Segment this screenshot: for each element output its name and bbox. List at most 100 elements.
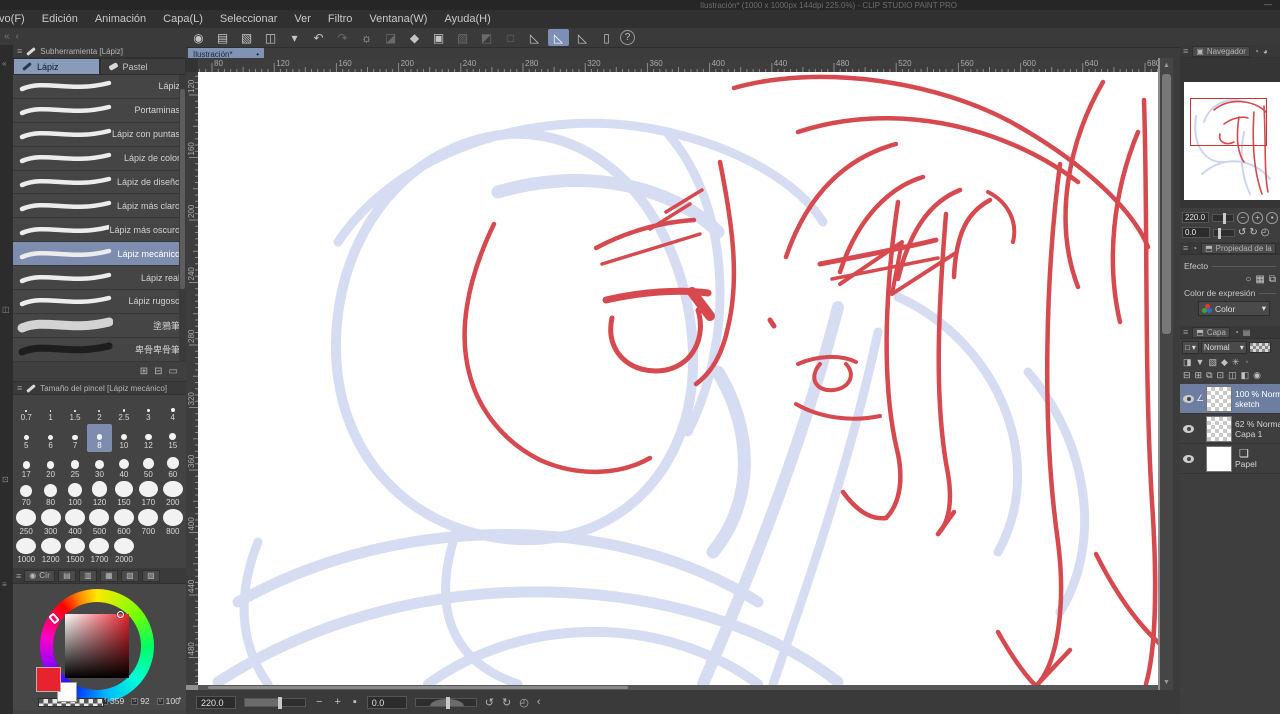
brush-size-400[interactable]: 400: [63, 509, 87, 538]
layer-thumbnail[interactable]: [1206, 446, 1232, 472]
brush-size-2[interactable]: 2: [87, 395, 111, 424]
zoom-out-button[interactable]: −: [314, 696, 324, 708]
palette-color-dropdown[interactable]: □▾: [1182, 341, 1199, 354]
layer-mask-icon[interactable]: ◔: [1243, 357, 1248, 368]
brush-size-40[interactable]: 40: [112, 452, 136, 481]
brush-size-600[interactable]: 600: [112, 509, 136, 538]
brush-size-1[interactable]: 1: [38, 395, 62, 424]
undo-icon[interactable]: ↶: [308, 29, 329, 46]
tab-color-wheel[interactable]: ◉ Cír: [24, 570, 55, 582]
expression-color-dropdown[interactable]: Color ▾: [1198, 301, 1270, 316]
dock-tool-icon[interactable]: ◫: [2, 305, 10, 314]
menu-item-archivof[interactable]: Archivo(F): [0, 13, 25, 25]
brush-item-[interactable]: 卑骨卑骨筆: [13, 338, 186, 362]
brush-item-[interactable]: 塗鴉筆: [13, 314, 186, 338]
layer-visibility-eye-icon[interactable]: [1183, 395, 1194, 403]
brush-size-0-7[interactable]: 0.7: [14, 395, 38, 424]
menu-item-ventanaw[interactable]: Ventana(W): [369, 13, 427, 25]
layer-row-sketch[interactable]: ∠100 % Normalsketch: [1180, 384, 1280, 414]
brush-size-17[interactable]: 17: [14, 452, 38, 481]
tab-navigator[interactable]: ▣ Navegador: [1192, 46, 1250, 57]
brush-item-lápizreal[interactable]: Lápiz real: [13, 266, 186, 290]
layer-lock-all-icon[interactable]: ◆: [1221, 357, 1228, 368]
open-file-icon[interactable]: ▧: [236, 29, 257, 46]
layer-lock-transparent-icon[interactable]: ▧: [1208, 357, 1217, 368]
layer-clip-icon[interactable]: ◨: [1183, 357, 1192, 368]
dock-collapse-icon[interactable]: «: [2, 59, 6, 68]
brush-size-15[interactable]: 15: [161, 424, 185, 453]
brush-size-100[interactable]: 100: [63, 481, 87, 510]
snap-grid-icon[interactable]: ◺: [572, 29, 593, 46]
tab-color-slider[interactable]: ▤: [58, 570, 76, 582]
layer-mask-add-icon[interactable]: ◧: [1241, 370, 1250, 381]
brush-size-500[interactable]: 500: [87, 509, 111, 538]
canvas-page[interactable]: [198, 72, 1158, 685]
brush-size-170[interactable]: 170: [136, 481, 160, 510]
brush-size-50[interactable]: 50: [136, 452, 160, 481]
subtool-tab-pastel[interactable]: Pastel: [100, 58, 187, 75]
navigator-rotate-left-icon[interactable]: ↺: [1238, 227, 1246, 238]
layer-row-capa-1[interactable]: 62 % NormalCapa 1: [1180, 414, 1280, 444]
import-subtool-icon[interactable]: ⊞: [140, 366, 148, 377]
brush-size-150[interactable]: 150: [112, 481, 136, 510]
brush-size-6[interactable]: 6: [38, 424, 62, 453]
tab-intermediate-color[interactable]: ▦: [100, 570, 118, 582]
navigator-menu-icon[interactable]: ≡: [1183, 46, 1188, 56]
navigator-zoom-slider[interactable]: [1212, 214, 1233, 222]
color-panel-menu-icon[interactable]: ≡: [16, 571, 21, 581]
help-icon[interactable]: ?: [620, 30, 635, 45]
subview-tab-icon[interactable]: ◕: [1263, 47, 1268, 56]
brush-size-1200[interactable]: 1200: [38, 538, 62, 567]
fill-icon[interactable]: ◆: [404, 29, 425, 46]
scroll-thumb[interactable]: [1162, 74, 1171, 334]
zoom-in-button[interactable]: +: [332, 696, 342, 708]
rotation-slider[interactable]: [415, 698, 477, 707]
menu-item-edicin[interactable]: Edición: [42, 13, 78, 25]
tab-color-history[interactable]: ▨: [142, 570, 160, 582]
subtool-menu-icon[interactable]: ≡: [17, 46, 22, 56]
dropdown-icon[interactable]: ▾: [284, 29, 305, 46]
brush-size-1700[interactable]: 1700: [87, 538, 111, 567]
brush-size-70[interactable]: 70: [14, 481, 38, 510]
brush-size-menu-icon[interactable]: ≡: [17, 383, 22, 393]
new-canvas-icon[interactable]: ▤: [212, 29, 233, 46]
brush-size-2-5[interactable]: 2.5: [112, 395, 136, 424]
brush-size-300[interactable]: 300: [38, 509, 62, 538]
color-mode-toggle-icon[interactable]: ◔: [176, 694, 182, 705]
brush-item-lápizmecánico[interactable]: Lápiz mecánico: [13, 242, 186, 266]
brush-item-lápizconpuntas[interactable]: Lápiz con puntas: [13, 123, 186, 147]
rotation-value[interactable]: 0.0: [367, 696, 407, 709]
navigator-rotation-slider[interactable]: [1213, 229, 1235, 237]
snap-special-ruler-icon[interactable]: ◺: [548, 29, 569, 46]
delete-layer-icon[interactable]: ◉: [1253, 370, 1261, 381]
frame-icon[interactable]: ▣: [428, 29, 449, 46]
brush-size-8[interactable]: 8: [87, 424, 111, 453]
brush-size-80[interactable]: 80: [38, 481, 62, 510]
rotate-left-icon[interactable]: ↺: [485, 696, 494, 709]
brush-item-lápizrugoso[interactable]: Lápiz rugoso: [13, 290, 186, 314]
collapse-status-icon[interactable]: ‹: [537, 696, 541, 708]
brush-size-5[interactable]: 5: [14, 424, 38, 453]
saturation-value-square[interactable]: [65, 614, 129, 678]
layer-visibility-eye-icon[interactable]: [1183, 455, 1194, 463]
brush-size-120[interactable]: 120: [87, 481, 111, 510]
brush-list-scrollbar[interactable]: [179, 75, 186, 362]
brush-size-250[interactable]: 250: [14, 509, 38, 538]
tool-property-menu-icon[interactable]: ≡: [1183, 243, 1188, 253]
tab-approximate-color[interactable]: ▧: [121, 570, 139, 582]
blend-mode-dropdown[interactable]: Normal▾: [1201, 341, 1247, 354]
navigator-thumbnail[interactable]: [1184, 82, 1280, 200]
layer-opacity-bar[interactable]: [1249, 342, 1271, 353]
navigator-zoom-in-icon[interactable]: +: [1252, 212, 1264, 224]
navigator-view-rectangle[interactable]: [1190, 98, 1267, 146]
brush-size-3[interactable]: 3: [136, 395, 160, 424]
navigator-rotation-value[interactable]: 0.0: [1182, 227, 1210, 238]
navigator-100-icon[interactable]: ▪: [1266, 212, 1278, 224]
duplicate-layer-icon[interactable]: ⧉: [1206, 370, 1212, 381]
layer-lock-icon[interactable]: ▼: [1196, 357, 1205, 368]
layer-search-icon[interactable]: ◔: [1234, 328, 1239, 337]
duplicate-subtool-icon[interactable]: ⊟: [154, 366, 162, 377]
snap-ruler-icon[interactable]: ◺: [524, 29, 545, 46]
tab-tool-property[interactable]: ⬒ Propiedad de la: [1201, 243, 1276, 254]
brush-size-700[interactable]: 700: [136, 509, 160, 538]
